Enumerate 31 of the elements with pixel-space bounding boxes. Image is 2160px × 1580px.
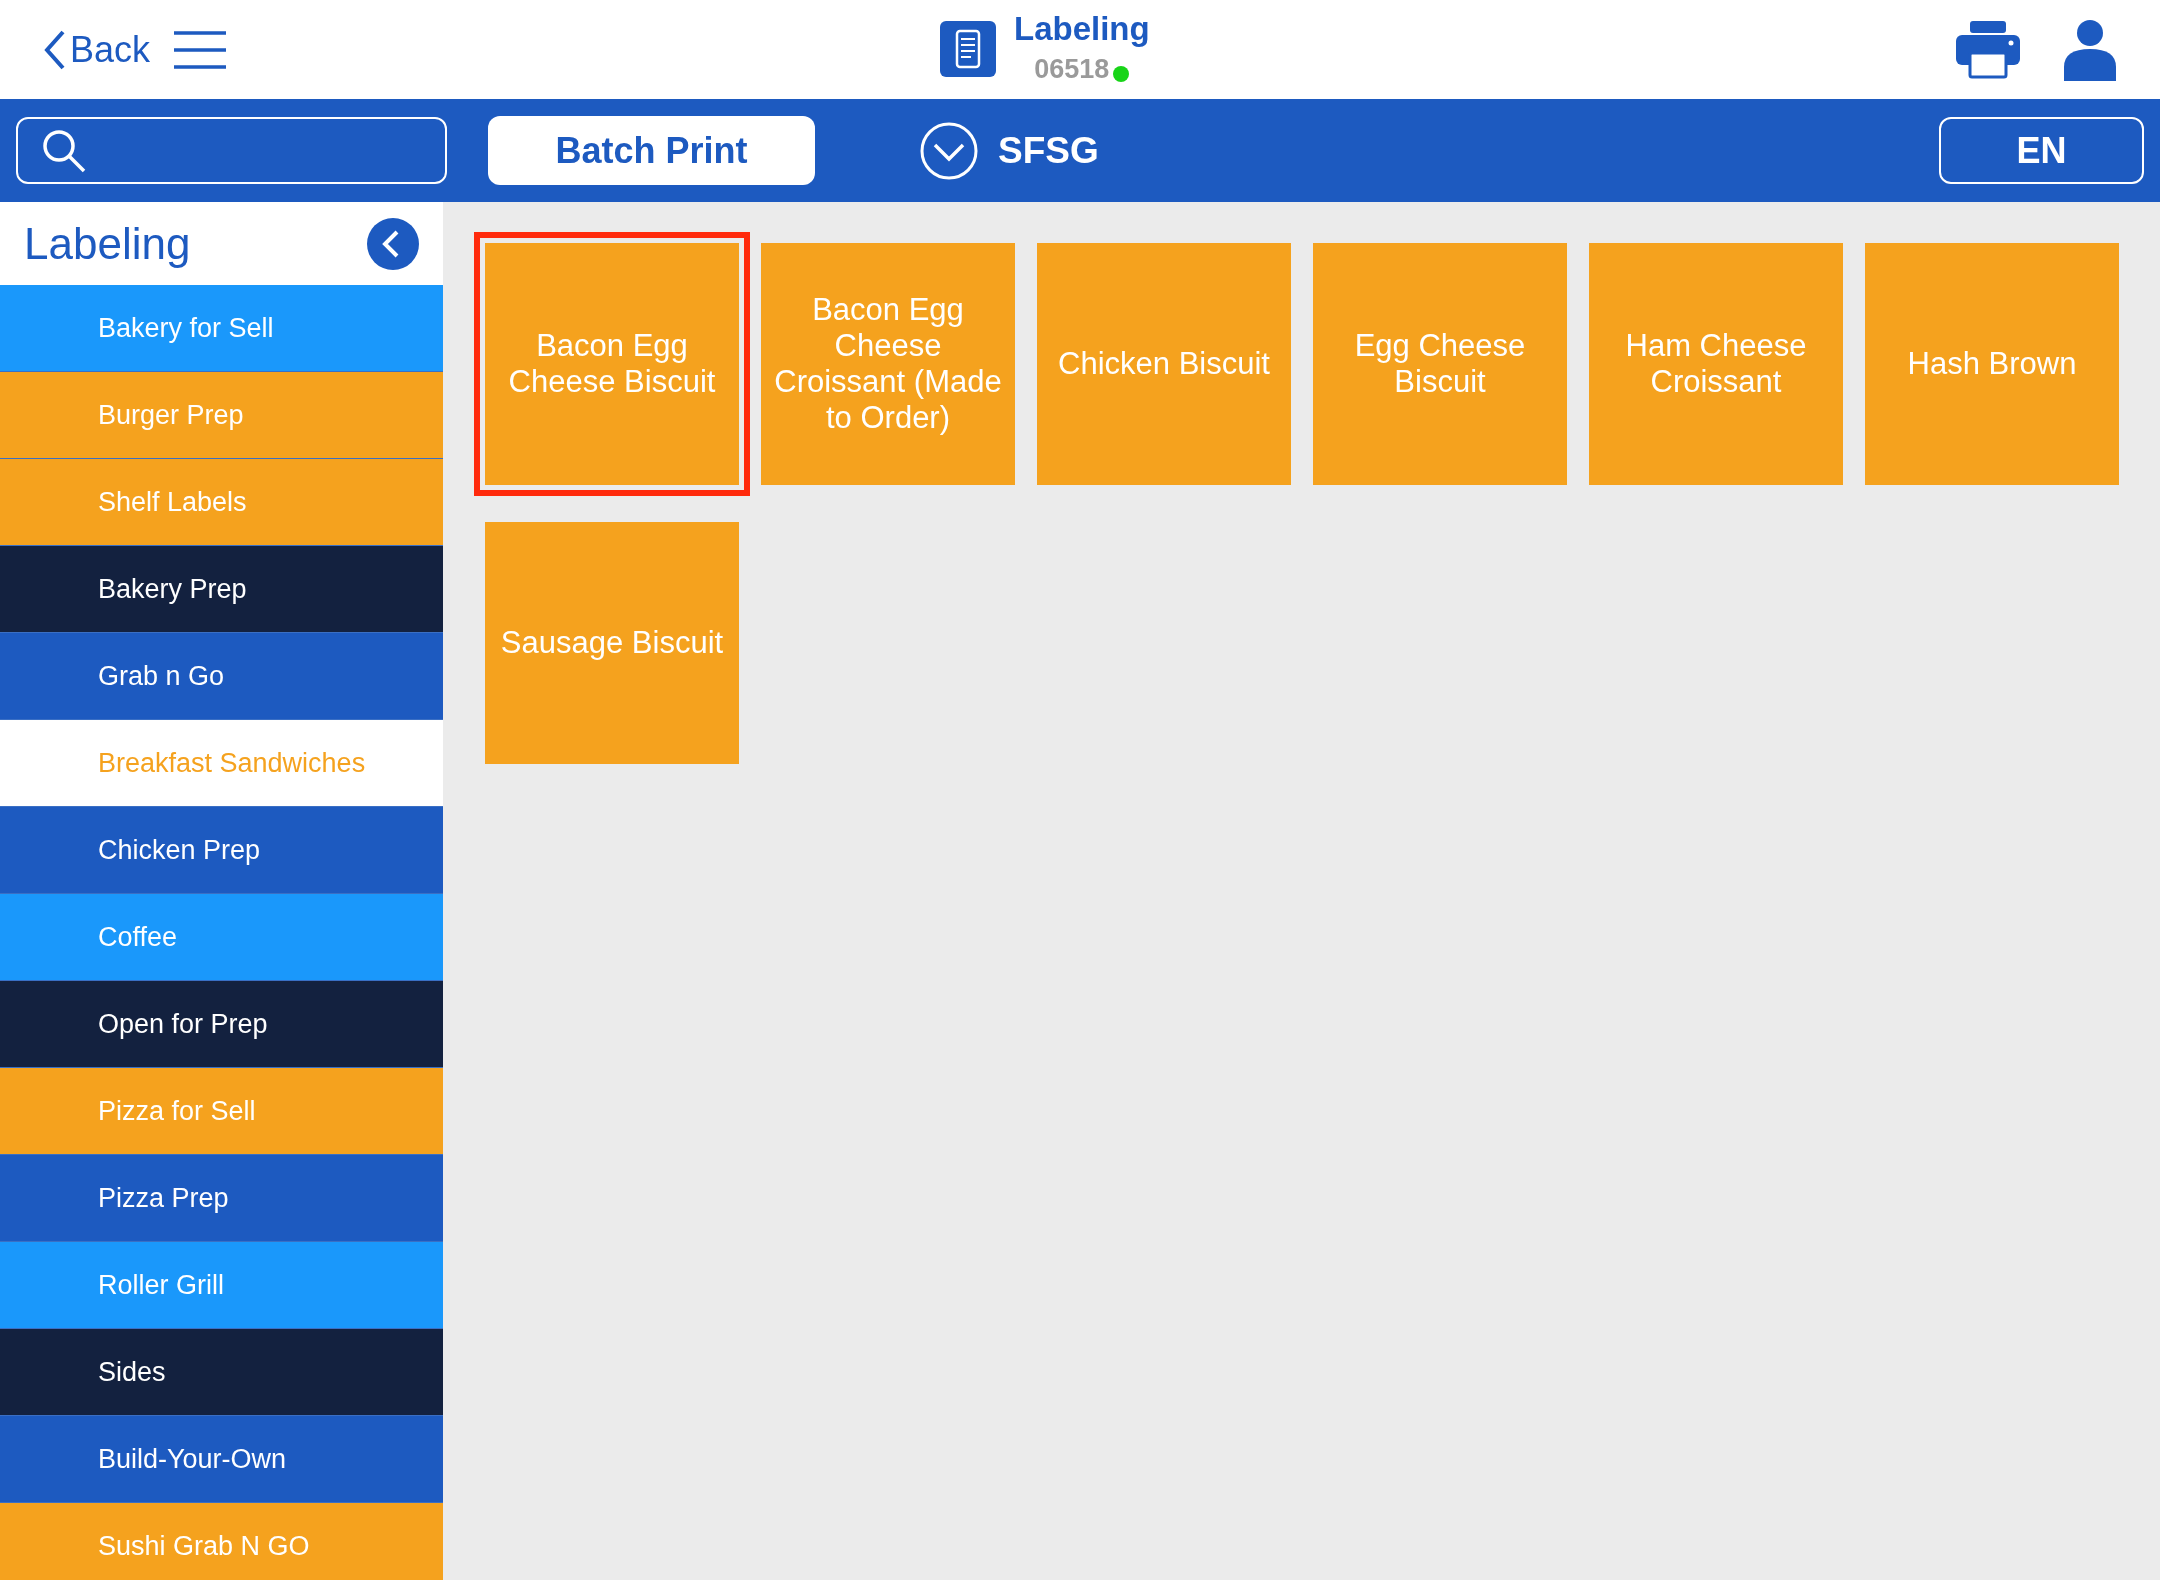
chevron-left-icon [44, 29, 66, 70]
category-item[interactable]: Coffee [0, 894, 443, 981]
printer-icon[interactable] [1956, 20, 2020, 79]
language-button[interactable]: EN [1939, 117, 2144, 184]
app-logo-icon [940, 20, 996, 77]
product-tile[interactable]: Bacon Egg Cheese Biscuit [474, 232, 750, 496]
chevron-down-icon[interactable] [920, 121, 978, 180]
category-item[interactable]: Burger Prep [0, 372, 443, 459]
collapse-icon[interactable] [367, 217, 419, 270]
batch-print-button[interactable]: Batch Print [488, 116, 815, 185]
store-group-label[interactable]: SFSG [998, 122, 1099, 179]
sidebar-title: Labeling [24, 217, 191, 270]
category-item[interactable]: Pizza for Sell [0, 1068, 443, 1155]
menu-icon[interactable] [174, 30, 227, 69]
back-button[interactable]: Back [44, 22, 151, 77]
category-item[interactable]: Sides [0, 1329, 443, 1416]
header-title: Labeling [1014, 9, 1150, 49]
category-item[interactable]: Grab n Go [0, 633, 443, 720]
category-item[interactable]: Bakery for Sell [0, 285, 443, 372]
category-item[interactable]: Bakery Prep [0, 546, 443, 633]
category-item[interactable]: Open for Prep [0, 981, 443, 1068]
search-icon [42, 128, 86, 173]
category-item[interactable]: Chicken Prep [0, 807, 443, 894]
category-item[interactable]: Build-Your-Own [0, 1416, 443, 1503]
category-item[interactable]: Roller Grill [0, 1242, 443, 1329]
category-item[interactable]: Sushi Grab N GO [0, 1503, 443, 1580]
search-field[interactable] [16, 117, 447, 184]
user-icon[interactable] [2064, 18, 2116, 81]
store-number: 06518 [1034, 53, 1110, 87]
category-item[interactable]: Pizza Prep [0, 1155, 443, 1242]
category-item[interactable]: Shelf Labels [0, 459, 443, 546]
